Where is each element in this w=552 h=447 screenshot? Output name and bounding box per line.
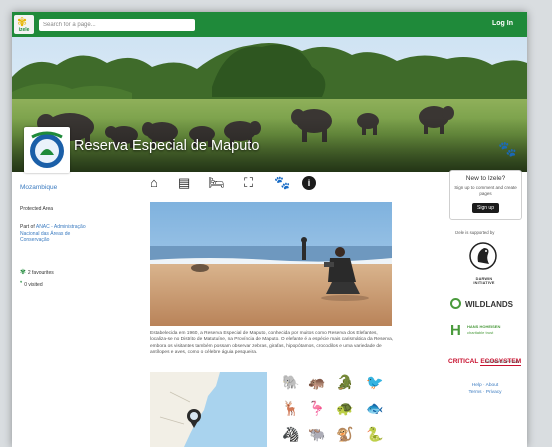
snake-icon[interactable]: 🐍 <box>366 426 383 443</box>
home-icon[interactable]: ⌂ <box>150 175 158 191</box>
country-link[interactable]: Mozambique <box>20 184 100 191</box>
map-icon[interactable]: ⛶ <box>244 175 253 191</box>
login-link[interactable]: Log In <box>492 20 513 27</box>
terms-link[interactable]: Terms <box>468 390 481 395</box>
footer-sep: · <box>482 389 485 395</box>
fish-icon[interactable]: 🐟 <box>366 400 383 417</box>
izele-logo[interactable]: ✾ izele <box>14 15 34 34</box>
info-icon[interactable]: i <box>302 176 316 190</box>
footprint-icon: ❜ <box>20 281 23 288</box>
crocodile-icon[interactable]: 🐊 <box>336 374 353 391</box>
about-link[interactable]: About <box>486 383 499 388</box>
cepf-critical: CRITICAL <box>448 358 479 365</box>
signup-button[interactable]: Sign up <box>472 203 499 214</box>
top-bar: ✾ izele Log In <box>12 12 527 37</box>
favourite-flower-icon: ✾ <box>20 269 26 276</box>
part-of-label: Part of <box>20 224 35 230</box>
help-link[interactable]: Help <box>472 383 482 388</box>
hans-text-1: HANS HOHEISEN <box>467 324 501 329</box>
species-silhouettes: 🐘 🦛 🐊 🐦 🦌 🦩 🐢 🐟 🦓 🐃 🐒 🐍 <box>276 374 396 447</box>
visited-stat[interactable]: ❜ 0 visited <box>20 280 43 288</box>
elephant-icon[interactable]: 🐘 <box>282 374 299 391</box>
supported-by-label: Izele is supported by <box>455 230 495 235</box>
location-map[interactable] <box>150 372 267 447</box>
animal-tracks-icon[interactable]: 🐾 <box>498 140 517 158</box>
search-input[interactable] <box>39 19 195 31</box>
hans-text-2: charitable trust <box>467 330 494 335</box>
monkey-icon[interactable]: 🐒 <box>336 426 353 443</box>
antelope-icon[interactable]: 🦌 <box>282 400 299 417</box>
section-icon-row: ⌂ ▤ 🛏 ⛶ 🐾 i <box>150 175 330 193</box>
turtle-icon[interactable]: 🐢 <box>336 400 353 417</box>
flamingo-icon[interactable]: 🦩 <box>308 400 325 417</box>
privacy-link[interactable]: Privacy <box>486 390 502 395</box>
footer-links: Help · About Terms · Privacy <box>455 383 515 396</box>
description-text: Estabelecida em 1960, a Reserva Especial… <box>150 331 394 356</box>
area-type: Protected Area <box>20 206 54 212</box>
main-photo <box>150 202 392 326</box>
signup-box: New to Izele? Sign up to comment and cre… <box>449 170 522 220</box>
footer-sep: · <box>482 383 485 388</box>
page: ✾ izele Log In <box>12 12 527 447</box>
buffalo-icon[interactable]: 🐃 <box>308 426 325 443</box>
bird-icon[interactable]: 🐦 <box>366 374 383 391</box>
wildlands-text: WILDLANDS <box>465 300 513 309</box>
hippo-icon[interactable]: 🦛 <box>308 374 325 391</box>
bed-icon[interactable]: 🛏 <box>208 175 225 191</box>
cepf-fund: PARTNERSHIP FUND <box>485 360 520 364</box>
signup-heading: New to Izele? <box>465 175 506 182</box>
zebra-icon[interactable]: 🦓 <box>282 426 299 443</box>
signup-text: Sign up to comment and create pages <box>454 185 517 196</box>
logo-text: izele <box>18 27 30 33</box>
newspaper-icon[interactable]: ▤ <box>178 175 190 191</box>
cepf-logo[interactable]: CRITICAL ECOSYSTEM PARTNERSHIP FUND <box>448 350 522 368</box>
part-of: Part of ANAC - Administração Nacional da… <box>20 224 100 244</box>
wildlands-circle-icon <box>450 298 461 309</box>
paw-icon[interactable]: 🐾 <box>274 175 290 191</box>
hans-h-icon: H <box>450 322 461 339</box>
left-sidebar: Mozambique Protected Area Part of ANAC -… <box>20 184 100 288</box>
page-title: Reserva Especial de Maputo <box>74 138 260 154</box>
favourites-stat[interactable]: ✾ 2 favourites <box>20 268 54 276</box>
darwin-initiative-text: DARWIN INITIATIVE <box>473 277 495 285</box>
reserve-logo <box>24 127 70 173</box>
